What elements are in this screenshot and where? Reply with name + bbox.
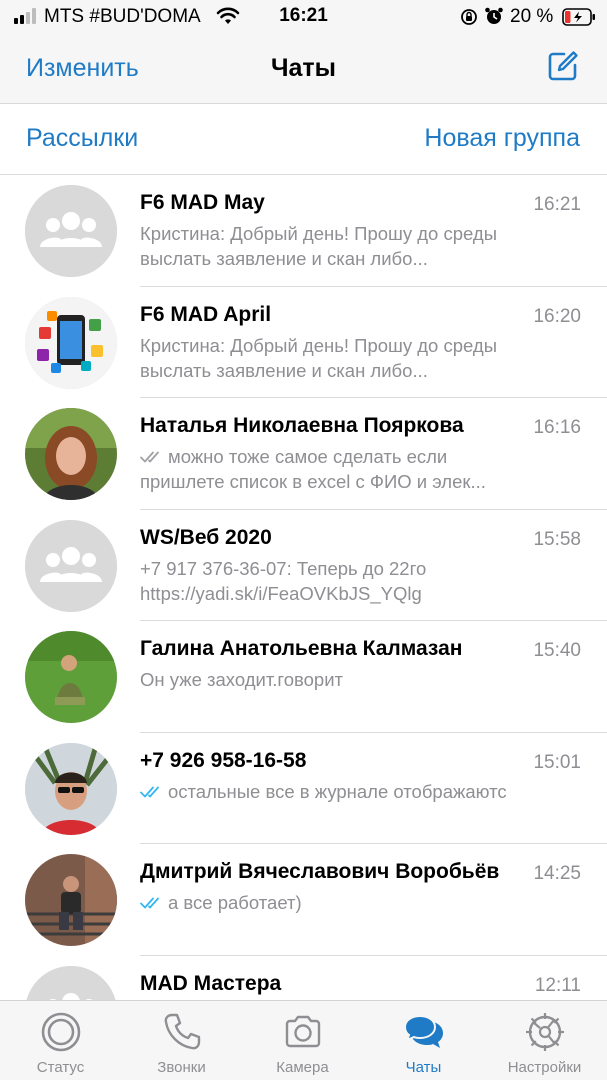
phone-icon <box>164 1013 201 1050</box>
chat-time: 12:11 <box>534 974 581 996</box>
tab-camera[interactable]: Камера <box>242 1001 363 1080</box>
avatar[interactable] <box>25 742 117 835</box>
tab-settings[interactable]: Настройки <box>484 1001 605 1080</box>
nav-bar: Изменить Чаты <box>0 34 607 104</box>
links-row: Рассылки Новая группа <box>0 104 607 175</box>
tab-chats[interactable]: Чаты <box>363 1001 484 1080</box>
tab-calls-label: Звонки <box>157 1059 206 1076</box>
chat-preview: можно тоже самое сделать если пришлете с… <box>140 444 530 494</box>
orientation-lock-icon <box>461 9 477 25</box>
avatar[interactable] <box>25 631 117 723</box>
status-icon <box>41 1012 81 1052</box>
avatar[interactable] <box>25 296 117 389</box>
camera-icon <box>285 1015 321 1048</box>
group-avatar-icon[interactable] <box>25 519 117 612</box>
chats-icon <box>403 1014 443 1048</box>
group-avatar-icon[interactable] <box>25 185 117 277</box>
chat-message: а все работает) <box>168 892 302 913</box>
chat-message: Он уже заходит.говорит <box>140 669 344 690</box>
read-ticks-icon <box>140 897 159 909</box>
chat-row[interactable]: WS/Веб 2020 15:58 +7 917 376-36-07: Теперь… <box>0 510 607 621</box>
chat-time: 15:01 <box>533 751 581 773</box>
tab-status-label: Статус <box>36 1059 85 1076</box>
broadcast-lists-link[interactable]: Рассылки <box>26 124 138 153</box>
chat-name: Галина Анатольевна Калмазан <box>140 637 463 660</box>
chat-time: 14:25 <box>533 863 581 884</box>
tab-bar: Статус Звонки Камера Чаты Настройки <box>0 1000 607 1080</box>
compose-icon[interactable] <box>545 48 581 84</box>
alarm-icon <box>485 7 503 24</box>
chat-sender: +7 917 376-36-07 <box>140 557 287 579</box>
read-ticks-icon <box>140 786 159 797</box>
new-group-link[interactable]: Новая группа <box>424 124 580 153</box>
chat-name: Дмитрий Вячеславович Воробьёв <box>140 860 500 883</box>
chat-sender: Кристина <box>140 223 220 244</box>
chat-name: F6 MAD May <box>140 191 265 214</box>
chat-preview: +7 917 376-36-07: Теперь до 22го https:/… <box>140 556 530 606</box>
chat-row[interactable]: F6 MAD April 16:20 Кристина: Добрый день! … <box>0 287 607 398</box>
chat-row[interactable]: Галина Анатольевна Калмазан 15:40 Он уже з… <box>0 621 607 733</box>
chat-message: можно тоже самое сделать если пришлете с… <box>140 446 486 492</box>
tab-camera-label: Камера <box>276 1059 329 1076</box>
avatar[interactable] <box>25 854 117 946</box>
chat-name: Наталья Николаевна Пояркова <box>140 414 464 437</box>
chat-time: 16:20 <box>533 305 581 327</box>
chat-time: 15:58 <box>533 528 581 550</box>
chat-message: остальные все в журнале отображаютс <box>168 780 507 802</box>
status-bar: MTS #BUD'DOMA 16:21 20 % <box>0 0 607 34</box>
chat-time: 16:16 <box>533 417 581 438</box>
chat-row[interactable]: MAD Мастера 12:11 <box>0 956 607 1001</box>
chat-name: MAD Мастера <box>140 971 282 995</box>
tab-status[interactable]: Статус <box>0 1001 121 1080</box>
avatar[interactable] <box>25 408 117 500</box>
chat-list: F6 MAD May 16:21 Кристина: Добрый день! Пр… <box>0 175 607 1001</box>
battery-percent: 20 % <box>510 6 554 27</box>
chat-time: 15:40 <box>533 640 581 661</box>
chat-preview: Кристина: Добрый день! Прошу до среды вы… <box>140 221 530 271</box>
chat-name: WS/Веб 2020 <box>140 525 272 549</box>
chat-preview: Кристина: Добрый день! Прошу до среды вы… <box>140 333 530 383</box>
chat-row[interactable]: Наталья Николаевна Пояркова 16:16 можно то… <box>0 398 607 510</box>
tab-settings-label: Настройки <box>507 1059 582 1076</box>
tab-chats-label: Чаты <box>405 1059 442 1076</box>
chat-preview: Он уже заходит.говорит <box>140 667 530 692</box>
gear-icon <box>526 1013 564 1051</box>
chat-name: +7 926 958-16-58 <box>140 748 307 772</box>
chat-time: 16:21 <box>533 194 581 215</box>
group-avatar-icon[interactable] <box>25 965 117 1001</box>
chat-preview: остальные все в журнале отображаютс <box>140 779 530 804</box>
battery-icon <box>562 8 595 26</box>
chat-sender: Кристина <box>140 334 220 356</box>
read-ticks-icon <box>140 451 159 463</box>
chat-row[interactable]: +7 926 958-16-58 15:01 остальные все в жур… <box>0 733 607 844</box>
tab-calls[interactable]: Звонки <box>121 1001 242 1080</box>
chat-preview: а все работает) <box>140 890 530 915</box>
chat-name: F6 MAD April <box>140 302 272 326</box>
page-title: Чаты <box>270 54 337 82</box>
chat-row[interactable]: Дмитрий Вячеславович Воробьёв 14:25 а все … <box>0 844 607 956</box>
chat-row[interactable]: F6 MAD May 16:21 Кристина: Добрый день! Пр… <box>0 175 607 287</box>
